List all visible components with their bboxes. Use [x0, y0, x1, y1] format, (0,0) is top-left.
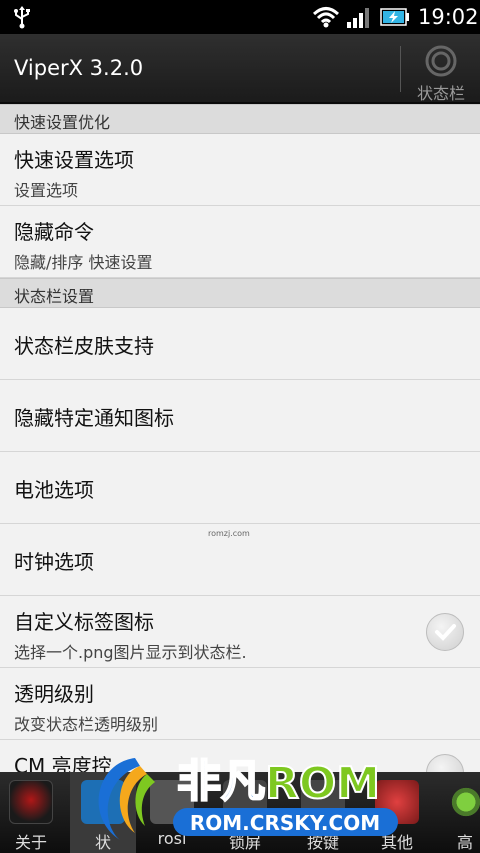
logo-cn-text: 非凡: [177, 756, 265, 807]
setting-hide-commands[interactable]: 隐藏命令 隐藏/排序 快速设置: [0, 206, 480, 278]
battery-charging-icon: [380, 8, 409, 26]
setting-subtitle: 选择一个.png图片显示到状态栏.: [14, 643, 247, 662]
gear-icon: [444, 780, 480, 824]
action-divider: [400, 46, 401, 92]
usb-icon: [14, 6, 30, 29]
checkbox-custom-icon[interactable]: [426, 613, 464, 651]
signal-icon: [347, 8, 369, 28]
statusbar-ring-icon: [425, 45, 457, 77]
section-header-statusbar-settings: 状态栏设置: [0, 278, 480, 308]
setting-title: 隐藏命令: [14, 220, 94, 244]
setting-transparency-level[interactable]: 透明级别 改变状态栏透明级别: [0, 668, 480, 740]
tab-label: 关于: [14, 833, 47, 852]
setting-hide-notification-icons[interactable]: 隐藏特定通知图标: [0, 380, 480, 452]
about-icon: [9, 780, 53, 824]
check-icon: [435, 624, 456, 641]
tab-about[interactable]: 关于: [0, 772, 62, 853]
status-bar: 19:02: [0, 0, 480, 34]
setting-title: 透明级别: [14, 682, 94, 706]
setting-title: 隐藏特定通知图标: [14, 406, 174, 430]
tab-label: 高级: [456, 833, 473, 852]
setting-statusbar-skin[interactable]: 状态栏皮肤支持: [0, 308, 480, 380]
setting-custom-label-icon[interactable]: 自定义标签图标 选择一个.png图片显示到状态栏.: [0, 596, 480, 668]
setting-subtitle: 设置选项: [14, 181, 79, 200]
logo-url-text: ROM.CRSKY.COM: [190, 811, 380, 835]
section-header-label: 快速设置优化: [14, 113, 111, 132]
wifi-icon: [312, 7, 340, 28]
watermark-text: romzj.com: [208, 529, 250, 538]
setting-title: 快速设置选项: [14, 148, 134, 172]
crsky-rom-logo: 非凡 ROM ROM.CRSKY.COM: [98, 755, 398, 840]
setting-title: 自定义标签图标: [14, 610, 154, 634]
logo-rom-text: ROM: [265, 758, 380, 809]
setting-title: 电池选项: [14, 478, 94, 502]
setting-subtitle: 隐藏/排序 快速设置: [14, 253, 153, 272]
setting-subtitle: 改变状态栏透明级别: [14, 715, 159, 734]
setting-title: 时钟选项: [14, 550, 94, 574]
action-bar: ViperX 3.2.0 状态栏: [0, 34, 480, 104]
setting-battery-options[interactable]: 电池选项: [0, 452, 480, 524]
app-title: ViperX 3.2.0: [14, 56, 144, 80]
clock-text: 19:02: [418, 5, 479, 29]
setting-quick-settings-options[interactable]: 快速设置选项 设置选项: [0, 134, 480, 206]
statusbar-action-label: 状态栏: [416, 84, 465, 103]
statusbar-action-button[interactable]: 状态栏: [408, 42, 474, 103]
setting-title: 状态栏皮肤支持: [14, 334, 154, 358]
section-header-label: 状态栏设置: [14, 287, 95, 306]
section-header-quick-settings: 快速设置优化: [0, 104, 480, 134]
tab-advanced[interactable]: 高级: [436, 772, 480, 853]
